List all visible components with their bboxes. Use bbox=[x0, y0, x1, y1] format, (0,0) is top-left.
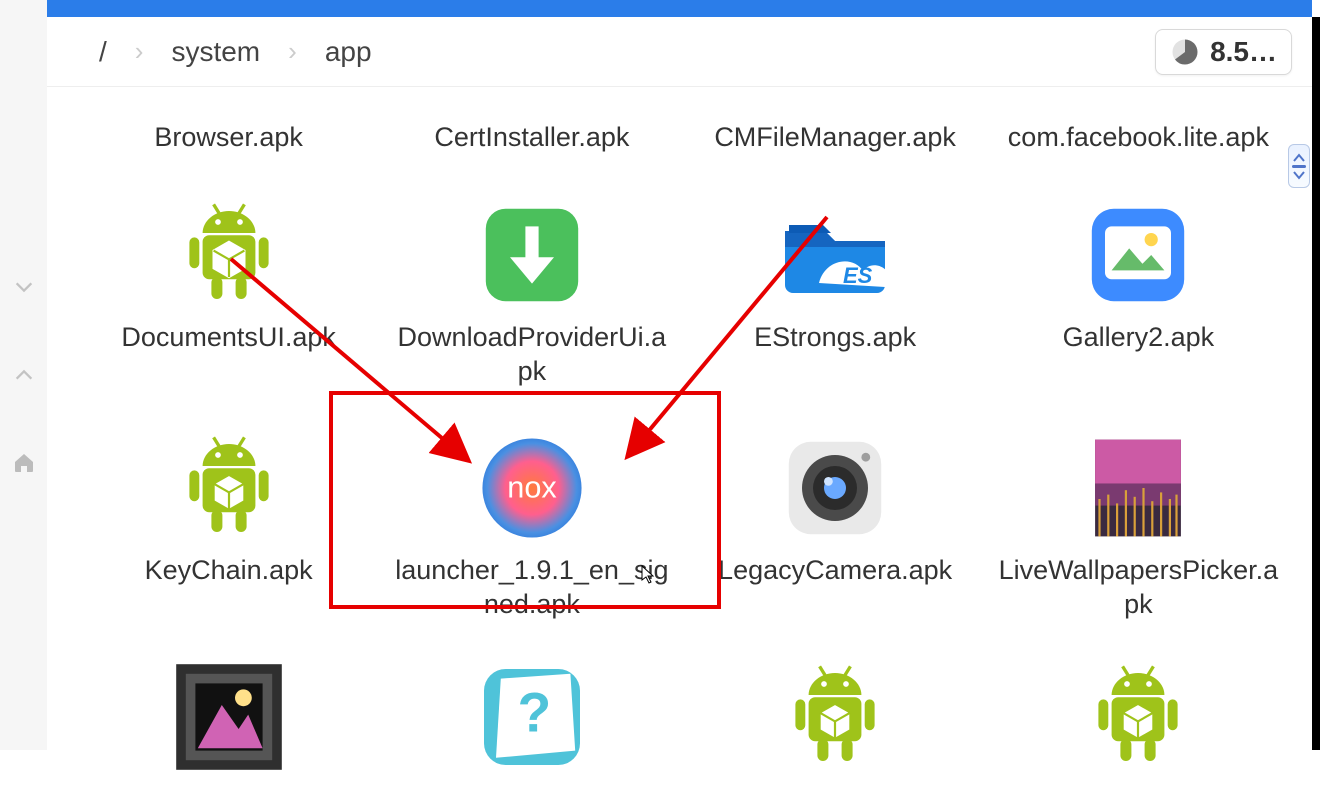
file-item-keychain[interactable]: KeyChain.apk bbox=[77, 428, 380, 622]
nox-icon: nox bbox=[472, 428, 592, 548]
file-item-partial[interactable] bbox=[987, 662, 1290, 778]
breadcrumb-root[interactable]: / bbox=[99, 36, 107, 68]
file-label: com.facebook.lite.apk bbox=[1008, 121, 1269, 155]
file-label: LiveWallpapersPicker.apk bbox=[998, 554, 1278, 622]
chevron-right-icon: › bbox=[135, 36, 144, 67]
file-item-gallery2[interactable]: Gallery2.apk bbox=[987, 195, 1290, 389]
breadcrumb-bar: / › system › app 8.5… bbox=[47, 17, 1320, 87]
android-apk-icon bbox=[1078, 662, 1198, 772]
chevron-up-icon[interactable] bbox=[12, 363, 36, 387]
file-label: Browser.apk bbox=[154, 121, 303, 155]
chevron-right-icon: › bbox=[288, 36, 297, 67]
storage-label: 8.5… bbox=[1210, 36, 1277, 68]
file-item-browser[interactable]: Browser.apk bbox=[77, 87, 380, 155]
file-label: Gallery2.apk bbox=[1063, 321, 1215, 355]
file-item-partial[interactable] bbox=[77, 662, 380, 778]
file-label: launcher_1.9.1_en_signed.apk bbox=[392, 554, 672, 622]
file-item-partial[interactable]: ? bbox=[380, 662, 683, 778]
file-label: DocumentsUI.apk bbox=[121, 321, 336, 355]
main-panel: / › system › app 8.5… Browser.apk bbox=[47, 17, 1320, 750]
svg-text:?: ? bbox=[517, 681, 551, 743]
file-label: CertInstaller.apk bbox=[434, 121, 629, 155]
file-item-certinstaller[interactable]: CertInstaller.apk bbox=[380, 87, 683, 155]
facebook-lite-icon bbox=[1078, 87, 1198, 115]
file-item-partial[interactable] bbox=[684, 662, 987, 778]
file-item-estrongs[interactable]: ES EStrongs.apk bbox=[684, 195, 987, 389]
cmfilemanager-icon bbox=[775, 87, 895, 115]
svg-text:ES: ES bbox=[843, 263, 873, 288]
file-label: EStrongs.apk bbox=[754, 321, 916, 355]
file-item-launcher-nox[interactable]: nox launcher_1.9.1_en_signed.apk bbox=[380, 428, 683, 622]
file-item-facebooklite[interactable]: com.facebook.lite.apk bbox=[987, 87, 1290, 155]
livewallpaper-icon bbox=[1078, 428, 1198, 548]
file-label: CMFileManager.apk bbox=[714, 121, 956, 155]
file-grid: Browser.apk CertInstaller.apk CMFileMana… bbox=[47, 87, 1320, 798]
storage-indicator[interactable]: 8.5… bbox=[1155, 29, 1292, 75]
top-blue-bar bbox=[47, 0, 1312, 17]
file-label: LegacyCamera.apk bbox=[718, 554, 952, 588]
download-icon bbox=[472, 195, 592, 315]
browser-icon bbox=[169, 87, 289, 115]
scroll-indicator[interactable] bbox=[1288, 144, 1310, 188]
camera-icon bbox=[775, 428, 895, 548]
home-icon[interactable] bbox=[12, 451, 36, 475]
svg-text:nox: nox bbox=[507, 471, 556, 505]
left-sidebar bbox=[0, 0, 47, 750]
window-right-edge bbox=[1312, 17, 1320, 750]
android-apk-icon bbox=[169, 428, 289, 548]
certinstaller-icon bbox=[472, 87, 592, 115]
android-apk-icon bbox=[775, 662, 895, 772]
breadcrumb-system[interactable]: system bbox=[171, 36, 260, 68]
file-item-documentsui[interactable]: DocumentsUI.apk bbox=[77, 195, 380, 389]
breadcrumb-app[interactable]: app bbox=[325, 36, 372, 68]
picture-frame-icon bbox=[169, 662, 289, 772]
gallery-icon bbox=[1078, 195, 1198, 315]
pie-icon bbox=[1170, 37, 1200, 67]
file-item-downloadproviderui[interactable]: DownloadProviderUi.apk bbox=[380, 195, 683, 389]
es-file-icon: ES bbox=[775, 195, 895, 315]
file-item-cmfilemanager[interactable]: CMFileManager.apk bbox=[684, 87, 987, 155]
question-card-icon: ? bbox=[472, 662, 592, 772]
file-item-livewallpapers[interactable]: LiveWallpapersPicker.apk bbox=[987, 428, 1290, 622]
file-label: KeyChain.apk bbox=[145, 554, 313, 588]
chevron-down-icon[interactable] bbox=[12, 275, 36, 299]
file-item-legacycamera[interactable]: LegacyCamera.apk bbox=[684, 428, 987, 622]
file-label: DownloadProviderUi.apk bbox=[392, 321, 672, 389]
android-apk-icon bbox=[169, 195, 289, 315]
